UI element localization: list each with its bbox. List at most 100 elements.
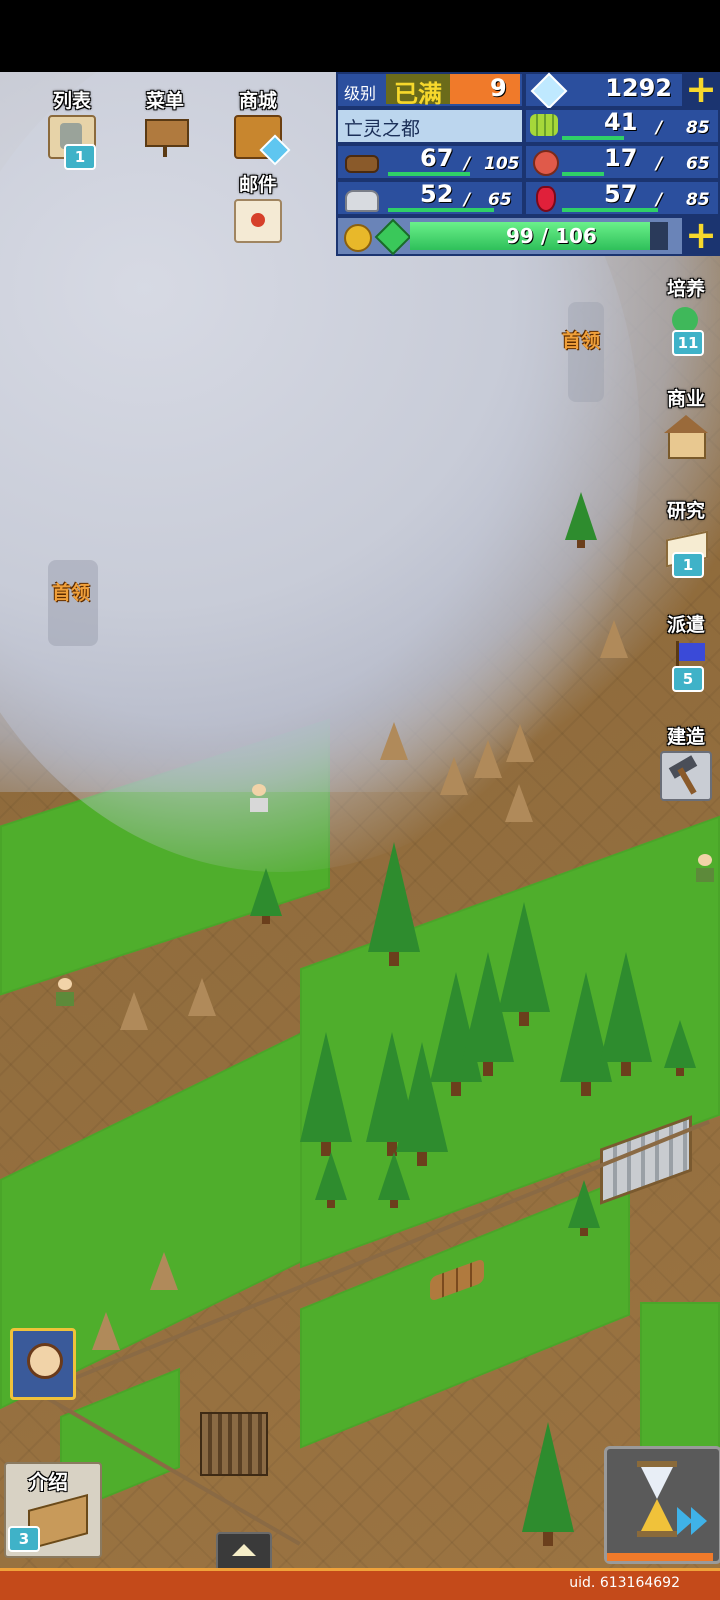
menu-button[interactable]: 菜单 bbox=[135, 86, 195, 157]
intro-button[interactable]: 介绍 3 bbox=[4, 1462, 102, 1558]
tree[interactable] bbox=[568, 1180, 600, 1236]
stone-separator: / bbox=[464, 190, 471, 210]
ruby-box[interactable]: 57 / 85 bbox=[524, 180, 720, 216]
wood-max: 105 bbox=[484, 154, 520, 174]
energy-value: 99 bbox=[506, 224, 534, 248]
status-bar bbox=[0, 0, 720, 72]
fast-forward-button[interactable] bbox=[604, 1446, 720, 1564]
log-icon bbox=[342, 146, 379, 178]
stone-value: 52 bbox=[420, 180, 454, 208]
ruby-icon bbox=[526, 182, 562, 214]
shop-button[interactable]: 商城 bbox=[228, 86, 291, 166]
treasure-chest-icon bbox=[234, 115, 291, 166]
game-map[interactable] bbox=[0, 72, 720, 1570]
research-badge: 1 bbox=[672, 552, 704, 578]
hero-portrait[interactable] bbox=[10, 1328, 76, 1400]
meat-box[interactable]: 17 / 65 bbox=[524, 144, 720, 180]
chief-label-right[interactable]: 首领 bbox=[562, 326, 600, 353]
dispatch-badge: 5 bbox=[672, 666, 704, 692]
dispatch-label: 派遣 bbox=[666, 614, 705, 636]
gem-box[interactable]: 1292 + bbox=[524, 70, 720, 110]
research-label: 研究 bbox=[666, 500, 705, 522]
wood-value: 67 bbox=[420, 144, 454, 172]
stone-box[interactable]: 52 / 65 bbox=[336, 180, 524, 216]
wood-separator: / bbox=[464, 154, 471, 174]
mail-label: 邮件 bbox=[238, 174, 277, 196]
expand-arrow-button[interactable] bbox=[216, 1532, 272, 1570]
tree[interactable] bbox=[565, 492, 597, 548]
level-label: 级别 bbox=[344, 84, 377, 103]
stone-icon bbox=[342, 182, 379, 214]
house-icon bbox=[662, 413, 710, 459]
rock[interactable] bbox=[150, 1252, 178, 1290]
meat-max: 65 bbox=[686, 154, 710, 174]
diamond-icon bbox=[530, 72, 568, 110]
rock[interactable] bbox=[188, 978, 216, 1016]
dispatch-button[interactable]: 派遣 5 bbox=[658, 610, 714, 692]
tree[interactable] bbox=[600, 952, 652, 1076]
level-value-bg bbox=[450, 74, 520, 104]
mail-button[interactable]: 邮件 bbox=[228, 170, 288, 243]
energy-separator: / bbox=[540, 224, 549, 248]
food-box[interactable]: 41 / 85 bbox=[524, 108, 720, 144]
tree[interactable] bbox=[396, 1042, 448, 1166]
chief-label-left[interactable]: 首领 bbox=[52, 578, 90, 605]
rock[interactable] bbox=[600, 620, 628, 658]
tree[interactable] bbox=[250, 868, 282, 924]
stone-max: 65 bbox=[488, 190, 512, 210]
tree[interactable] bbox=[368, 842, 420, 966]
tree[interactable] bbox=[522, 1422, 574, 1546]
intro-badge: 3 bbox=[8, 1526, 40, 1552]
meat-bar bbox=[562, 172, 604, 176]
rock[interactable] bbox=[120, 992, 148, 1030]
rock[interactable] bbox=[505, 784, 533, 822]
coin-icon bbox=[344, 224, 372, 252]
research-button[interactable]: 研究 1 bbox=[658, 496, 714, 578]
villager[interactable] bbox=[248, 784, 270, 814]
energy-box[interactable]: 99 / 106 + bbox=[336, 216, 720, 256]
villager[interactable] bbox=[54, 978, 76, 1008]
train-button[interactable]: 培养 11 bbox=[658, 274, 714, 356]
commerce-label: 商业 bbox=[666, 388, 705, 410]
energy-text: 99 / 106 bbox=[506, 224, 597, 248]
wood-bar bbox=[388, 172, 470, 176]
list-badge: 1 bbox=[64, 144, 96, 170]
rock[interactable] bbox=[380, 722, 408, 760]
tree[interactable] bbox=[315, 1152, 347, 1208]
rock[interactable] bbox=[440, 757, 468, 795]
level-box[interactable]: 级别 已满 9 bbox=[336, 72, 524, 108]
build-label: 建造 bbox=[666, 726, 705, 748]
tree[interactable] bbox=[462, 952, 514, 1076]
villager[interactable] bbox=[694, 854, 716, 884]
food-value: 41 bbox=[604, 108, 638, 136]
stone-bar bbox=[388, 208, 494, 212]
meat-icon bbox=[526, 146, 562, 178]
train-label: 培养 bbox=[666, 278, 705, 300]
add-gems-button[interactable]: + bbox=[682, 70, 720, 108]
intro-label: 介绍 bbox=[28, 1470, 68, 1494]
list-button[interactable]: 列表 1 bbox=[42, 86, 102, 170]
food-max: 85 bbox=[686, 118, 710, 138]
energy-max: 106 bbox=[555, 224, 597, 248]
rock[interactable] bbox=[474, 740, 502, 778]
hero-face-icon bbox=[27, 1343, 63, 1379]
tree[interactable] bbox=[664, 1020, 696, 1076]
commerce-button[interactable]: 商业 bbox=[658, 384, 714, 459]
meat-value: 17 bbox=[604, 144, 638, 172]
tree[interactable] bbox=[300, 1032, 352, 1156]
add-energy-button[interactable]: + bbox=[682, 216, 720, 254]
level-value: 9 bbox=[490, 74, 507, 102]
train-badge: 11 bbox=[672, 330, 704, 356]
tree[interactable] bbox=[378, 1152, 410, 1208]
rock[interactable] bbox=[506, 724, 534, 762]
ruby-max: 85 bbox=[686, 190, 710, 210]
time-progress-bar bbox=[607, 1553, 713, 1561]
rock[interactable] bbox=[92, 1312, 120, 1350]
town-name: 亡灵之都 bbox=[344, 118, 421, 140]
village-gate[interactable] bbox=[200, 1412, 268, 1476]
build-button[interactable]: 建造 bbox=[658, 722, 714, 801]
ruby-bar bbox=[562, 208, 658, 212]
wood-box[interactable]: 67 / 105 bbox=[336, 144, 524, 180]
level-status: 已满 bbox=[386, 74, 450, 108]
signboard-icon bbox=[143, 115, 189, 157]
